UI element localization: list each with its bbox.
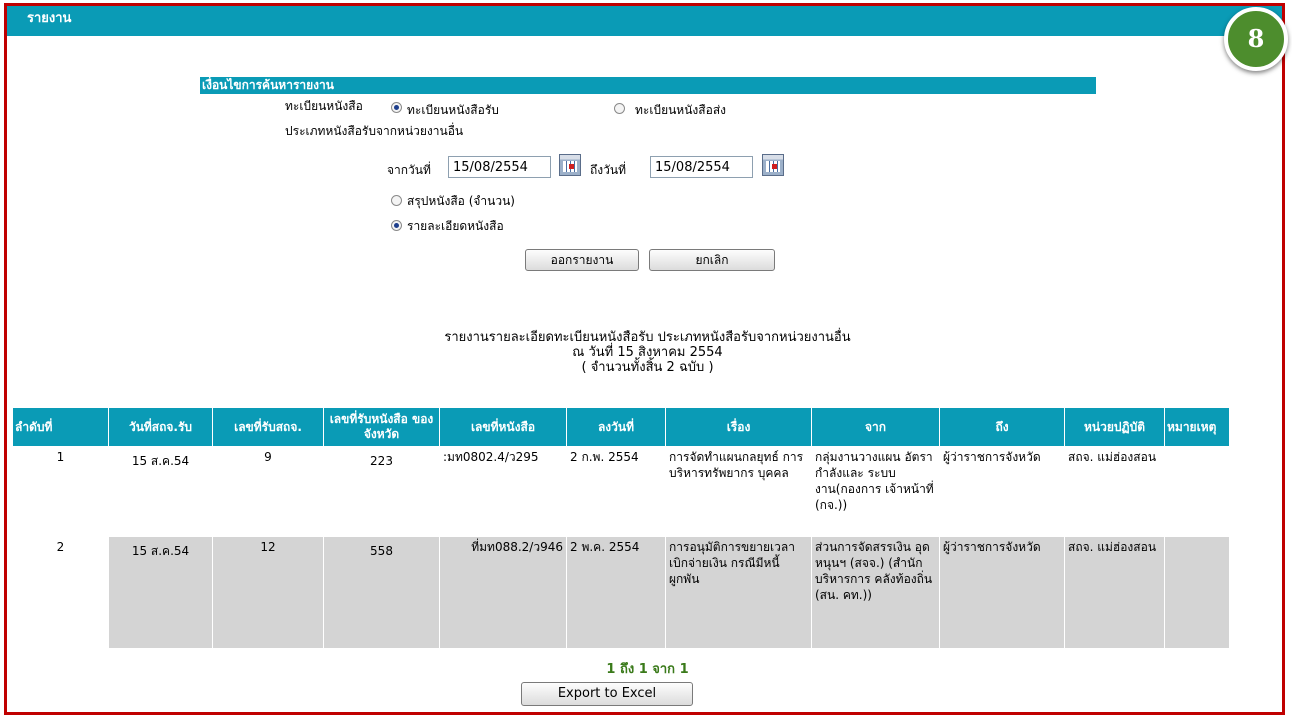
cell-from: ส่วนการจัดสรรเงิน อุดหนุนฯ (สจจ.) (สำนัก… <box>811 536 940 649</box>
register-label: ทะเบียนหนังสือ <box>285 99 363 113</box>
cell-unit: สถจ. แม่ฮ่องสอน <box>1064 536 1165 649</box>
col-header-doc-no: เลขที่หนังสือ <box>439 407 567 447</box>
report-date: ณ วันที่ 15 สิงหาคม 2554 <box>572 345 723 360</box>
cancel-button[interactable]: ยกเลิก <box>649 249 775 271</box>
to-date-label: ถึงวันที่ <box>590 163 626 177</box>
cell-remark <box>1164 446 1230 537</box>
calendar-icon[interactable] <box>762 154 784 176</box>
cell-recv-date: 15 ส.ค.54 <box>108 446 213 537</box>
cell-recv-no: 12 <box>212 536 324 649</box>
cell-doc-date: 2 ก.พ. 2554 <box>566 446 666 537</box>
doc-type-label: ประเภทหนังสือรับจากหน่วยงานอื่น <box>285 124 464 138</box>
from-date-label: จากวันที่ <box>387 163 431 177</box>
search-criteria-heading: เงื่อนไขการค้นหารายงาน <box>200 77 1096 94</box>
radio-register-incoming[interactable] <box>391 102 402 113</box>
cell-subject: การจัดทำแผนกลยุทธ์ การบริหารทรัพยากร บุค… <box>665 446 812 537</box>
table-row: 1 15 ส.ค.54 9 223 :มท0802.4/ว295 2 ก.พ. … <box>12 446 1230 537</box>
cell-seq: 1 <box>12 446 109 537</box>
col-header-from: จาก <box>811 407 940 447</box>
radio-register-outgoing[interactable] <box>614 103 625 114</box>
radio-report-summary-label[interactable]: สรุปหนังสือ (จำนวน) <box>407 192 515 211</box>
report-count: ( จำนวนทั้งสิ้น 2 ฉบับ ) <box>581 360 714 375</box>
cell-unit: สถจ. แม่ฮ่องสอน <box>1064 446 1165 537</box>
cell-prov-recv-no: 558 <box>323 536 440 649</box>
cell-doc-no: :มท0802.4/ว295 <box>439 446 567 537</box>
to-date-input[interactable] <box>650 156 753 178</box>
radio-report-detail-label[interactable]: รายละเอียดหนังสือ <box>407 217 504 236</box>
cell-from: กลุ่มงานวางแผน อัตรากำลังและ ระบบงาน(กอง… <box>811 446 940 537</box>
export-excel-button[interactable]: Export to Excel <box>521 682 693 706</box>
col-header-recv-date: วันที่สถจ.รับ <box>108 407 213 447</box>
radio-report-detail[interactable] <box>391 220 402 231</box>
cell-prov-recv-no: 223 <box>323 446 440 537</box>
step-badge: 8 <box>1224 7 1288 71</box>
report-window: รายงาน เงื่อนไขการค้นหารายงาน ทะเบียนหนั… <box>4 3 1285 715</box>
cell-recv-date: 15 ส.ค.54 <box>108 536 213 649</box>
col-header-prov-recv-no: เลขที่รับหนังสือ ของจังหวัด <box>323 407 440 447</box>
cell-seq: 2 <box>12 536 109 649</box>
calendar-icon[interactable] <box>559 154 581 176</box>
col-header-to: ถึง <box>939 407 1065 447</box>
radio-report-summary[interactable] <box>391 195 402 206</box>
cell-doc-date: 2 พ.ค. 2554 <box>566 536 666 649</box>
table-header-row: ลำดับที่ วันที่สถจ.รับ เลขที่รับสถจ. เลข… <box>12 407 1230 447</box>
report-table: ลำดับที่ วันที่สถจ.รับ เลขที่รับสถจ. เลข… <box>12 407 1230 649</box>
col-header-doc-date: ลงวันที่ <box>566 407 666 447</box>
table-row: 2 15 ส.ค.54 12 558 ที่มท088.2/ว946 2 พ.ค… <box>12 536 1230 649</box>
cell-subject: การอนุมัติการขยายเวลา เบิกจ่ายเงิน กรณีม… <box>665 536 812 649</box>
generate-report-button[interactable]: ออกรายงาน <box>525 249 639 271</box>
cell-doc-no: ที่มท088.2/ว946 <box>439 536 567 649</box>
cell-to: ผู้ว่าราชการจังหวัด <box>939 446 1065 537</box>
col-header-recv-no: เลขที่รับสถจ. <box>212 407 324 447</box>
cell-to: ผู้ว่าราชการจังหวัด <box>939 536 1065 649</box>
radio-register-outgoing-label[interactable]: ทะเบียนหนังสือส่ง <box>635 101 726 120</box>
from-date-input[interactable] <box>448 156 551 178</box>
col-header-seq: ลำดับที่ <box>12 407 109 447</box>
report-title: รายงานรายละเอียดทะเบียนหนังสือรับ ประเภท… <box>444 330 851 345</box>
col-header-subject: เรื่อง <box>665 407 812 447</box>
col-header-unit: หน่วยปฏิบัติ <box>1064 407 1165 447</box>
col-header-remark: หมายเหตุ <box>1164 407 1230 447</box>
cell-remark <box>1164 536 1230 649</box>
pagination-text: 1 ถึง 1 จาก 1 <box>606 662 689 677</box>
radio-register-incoming-label[interactable]: ทะเบียนหนังสือรับ <box>407 101 499 120</box>
cell-recv-no: 9 <box>212 446 324 537</box>
window-title: รายงาน <box>7 6 1282 36</box>
